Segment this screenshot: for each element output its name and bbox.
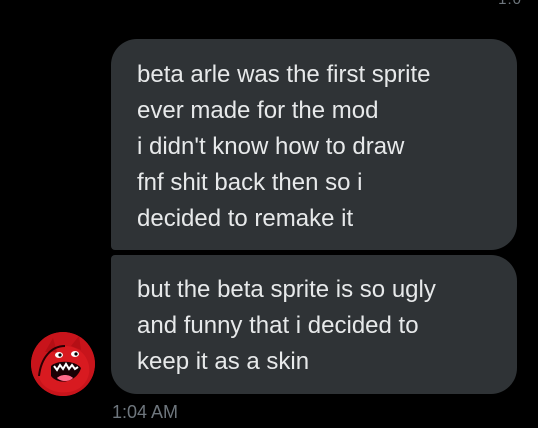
- message-line: i didn't know how to draw: [137, 133, 405, 160]
- message-line: fnf shit back then so i: [137, 169, 363, 196]
- message-bubble[interactable]: but the beta sprite is so ugly and funny…: [111, 255, 517, 394]
- message-line: keep it as a skin: [137, 348, 310, 375]
- message-line: decided to remake it: [137, 205, 354, 232]
- message-line: ever made for the mod: [137, 97, 379, 124]
- sender-avatar[interactable]: [31, 332, 95, 396]
- message-line: and funny that i decided to: [137, 312, 419, 339]
- previous-timestamp-cutoff: 1:0: [498, 0, 522, 8]
- message-bubble[interactable]: beta arle was the first sprite ever made…: [111, 39, 517, 250]
- message-timestamp: 1:04 AM: [112, 402, 179, 422]
- message-line: beta arle was the first sprite: [137, 61, 431, 88]
- red-creature-avatar-icon: [31, 332, 95, 396]
- message-line: but the beta sprite is so ugly: [137, 276, 436, 303]
